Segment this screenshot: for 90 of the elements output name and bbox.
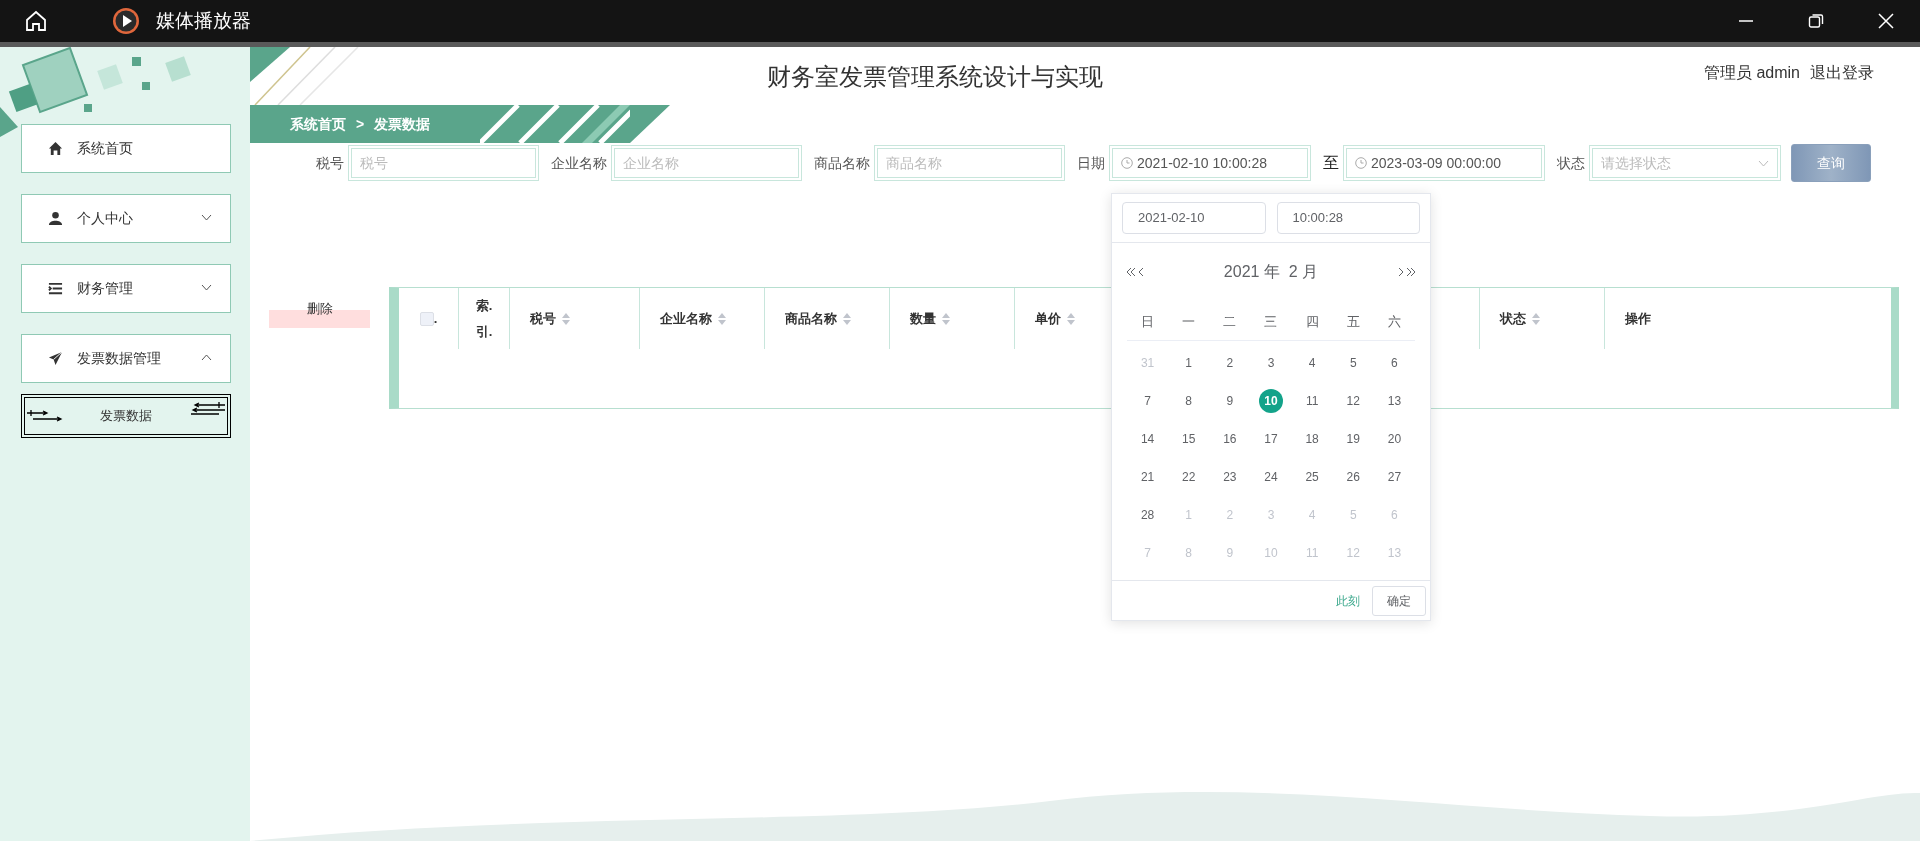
calendar-day[interactable]: 12 xyxy=(1341,389,1366,413)
clock-icon xyxy=(1121,157,1133,169)
logout-link[interactable]: 退出登录 xyxy=(1810,61,1874,85)
field-label: 至 xyxy=(1323,153,1339,173)
calendar-day[interactable]: 3 xyxy=(1259,351,1283,375)
weekday-label: 三 xyxy=(1264,312,1278,331)
column-header: 单价 xyxy=(1035,309,1061,328)
calendar-day[interactable]: 27 xyxy=(1382,465,1407,489)
field-label: 企业名称 xyxy=(551,153,607,173)
column-header: 状态 xyxy=(1500,309,1526,328)
arrows-icon xyxy=(191,402,225,416)
double-chevron-left-icon[interactable] xyxy=(1126,267,1136,277)
calendar-day[interactable]: 21 xyxy=(1135,465,1160,489)
column-header: 数量 xyxy=(910,309,936,328)
field-label: 状态 xyxy=(1557,153,1585,173)
restore-icon[interactable] xyxy=(1808,13,1824,29)
column-header: 索.引. xyxy=(475,296,493,341)
calendar-day[interactable]: 9 xyxy=(1217,389,1242,413)
calendar-day[interactable]: 14 xyxy=(1135,427,1160,451)
field-label: 税号 xyxy=(316,153,344,173)
clock-icon xyxy=(1355,157,1367,169)
chevron-right-icon[interactable] xyxy=(1398,267,1404,277)
double-chevron-right-icon[interactable] xyxy=(1406,267,1416,277)
close-icon[interactable] xyxy=(1878,13,1894,29)
field-value: 2021-02-10 10:00:28 xyxy=(1137,153,1267,173)
user-icon xyxy=(48,211,63,226)
calendar-day[interactable]: 7 xyxy=(1135,389,1160,413)
play-logo-icon xyxy=(112,7,140,35)
submenu-item[interactable]: 发票数据 xyxy=(21,394,231,438)
weekday-label: 二 xyxy=(1223,312,1237,331)
user-label: 管理员 admin xyxy=(1703,63,1800,83)
calendar-day[interactable]: 4 xyxy=(1300,351,1325,375)
placeholder-text: 企业名称 xyxy=(623,153,679,173)
date-field[interactable]: 2023-03-09 00:00:00 xyxy=(1343,145,1545,181)
calendar-day[interactable]: 16 xyxy=(1217,427,1242,451)
weekday-label: 六 xyxy=(1387,312,1401,331)
placeholder-text: 请选择状态 xyxy=(1601,153,1672,173)
chevron-down-icon xyxy=(1758,159,1769,167)
calendar-day[interactable]: 18 xyxy=(1300,427,1325,451)
calendar-day[interactable]: 11 xyxy=(1300,389,1325,413)
calendar-day[interactable]: 5 xyxy=(1341,351,1366,375)
placeholder-text: 商品名称 xyxy=(886,153,942,173)
field-value: 2023-03-09 00:00:00 xyxy=(1371,153,1501,173)
breadcrumb-separator: > xyxy=(356,114,365,134)
weekday-label: 五 xyxy=(1346,312,1360,331)
arrows-icon xyxy=(27,410,63,422)
column-header: 企业名称 xyxy=(660,309,712,328)
date-field[interactable]: 2021-02-10 10:00:28 xyxy=(1109,145,1311,181)
confirm-button[interactable]: 确定 xyxy=(1372,585,1426,616)
column-header: 税号 xyxy=(530,309,556,328)
calendar-day[interactable]: 8 xyxy=(1176,389,1201,413)
home-icon[interactable] xyxy=(24,9,48,33)
placeholder-text: 税号 xyxy=(360,153,388,173)
calendar-day[interactable]: 2 xyxy=(1217,351,1242,375)
calendar-day[interactable]: 17 xyxy=(1259,427,1283,451)
field-label: 商品名称 xyxy=(814,153,870,173)
month-label: 2021 年 2 月 xyxy=(1223,262,1319,282)
calendar-day[interactable]: 20 xyxy=(1382,427,1407,451)
list-icon xyxy=(48,281,63,296)
date-input[interactable]: 2021-02-10 xyxy=(1122,202,1266,234)
menu-item[interactable]: 个人中心 xyxy=(21,194,231,243)
calendar-day[interactable]: 6 xyxy=(1382,351,1407,375)
menu-item[interactable]: 发票数据管理 xyxy=(21,334,231,383)
header-text: . xyxy=(433,309,438,328)
select-all-checkbox[interactable] xyxy=(419,311,434,326)
weekday-label: 日 xyxy=(1141,312,1155,331)
calendar-day[interactable]: 28 xyxy=(1135,503,1160,527)
column-header: 操作 xyxy=(1625,309,1651,328)
time-input[interactable]: 10:00:28 xyxy=(1276,202,1420,234)
home-icon xyxy=(48,141,63,156)
calendar-day[interactable]: 15 xyxy=(1176,427,1201,451)
column-header: 商品名称 xyxy=(785,309,837,328)
calendar-day[interactable]: 24 xyxy=(1259,465,1283,489)
menu-item[interactable]: 财务管理 xyxy=(21,264,231,313)
weekday-label: 一 xyxy=(1182,312,1196,331)
field-label: 日期 xyxy=(1077,153,1105,173)
calendar-day[interactable]: 13 xyxy=(1382,389,1407,413)
app-title: 媒体播放器 xyxy=(156,8,251,33)
calendar-day[interactable]: 10 xyxy=(1259,389,1283,413)
menu-item[interactable]: 系统首页 xyxy=(21,124,231,173)
calendar-day[interactable]: 23 xyxy=(1217,465,1242,489)
calendar-day[interactable]: 22 xyxy=(1176,465,1201,489)
weekday-label: 四 xyxy=(1305,312,1319,331)
paper-plane-icon xyxy=(48,351,63,366)
calendar-day[interactable]: 25 xyxy=(1300,465,1325,489)
page-title: 财务室发票管理系统设计与实现 xyxy=(767,62,1103,92)
calendar-day[interactable]: 1 xyxy=(1176,351,1201,375)
calendar-day[interactable]: 19 xyxy=(1341,427,1366,451)
chevron-left-icon[interactable] xyxy=(1138,267,1144,277)
calendar-day[interactable]: 26 xyxy=(1341,465,1366,489)
